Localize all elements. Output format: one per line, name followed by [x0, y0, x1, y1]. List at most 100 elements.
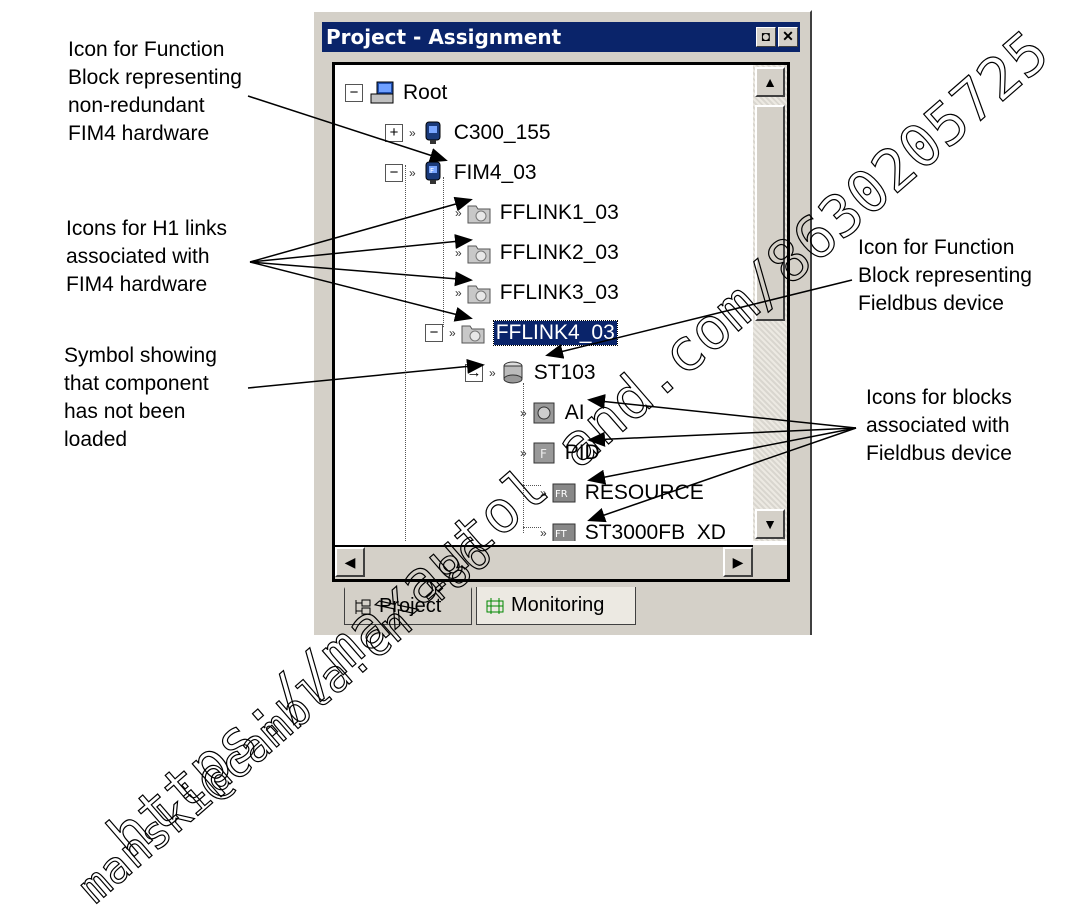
- fim4-hardware-icon: F: [425, 161, 441, 184]
- horizontal-scrollbar[interactable]: ◀ ▶: [335, 545, 753, 579]
- h1-link-icon: [467, 285, 491, 304]
- collapse-toggle[interactable]: −: [345, 84, 363, 102]
- close-button[interactable]: ✕: [778, 27, 798, 47]
- callout-h1-links: Icons for H1 links associated with FIM4 …: [66, 215, 227, 299]
- tree-connector: [523, 527, 541, 528]
- node-label: FFLINK1_03: [499, 201, 619, 224]
- node-label: Root: [403, 81, 448, 104]
- node-label: RESOURCE: [584, 481, 704, 504]
- tab-project[interactable]: Project: [344, 587, 472, 625]
- callout-line: Block representing: [858, 264, 1032, 287]
- chevron-down-icon: »: [455, 246, 462, 260]
- tree-node-resource[interactable]: » FR RESOURCE: [540, 477, 704, 509]
- tree-node-c300[interactable]: + » C300_155: [385, 117, 551, 149]
- callout-line: FIM4 hardware: [68, 122, 210, 145]
- callout-line: Fieldbus device: [866, 442, 1012, 465]
- chevron-down-icon: »: [409, 126, 416, 140]
- tab-label: Monitoring: [511, 594, 605, 616]
- callout-fim4-icon: Icon for Function Block representing non…: [68, 36, 242, 148]
- scroll-up-button[interactable]: ▲: [755, 67, 785, 97]
- callout-line: associated with: [66, 245, 210, 268]
- svg-text:F: F: [540, 447, 547, 461]
- scroll-down-button[interactable]: ▼: [755, 509, 785, 539]
- tree-node-st103[interactable]: → » ST103: [465, 357, 596, 389]
- collapse-toggle[interactable]: −: [385, 164, 403, 182]
- node-label-selected: FFLINK4_03: [492, 320, 618, 346]
- callout-line: that component: [64, 372, 209, 395]
- svg-text:FT: FT: [555, 529, 568, 540]
- chevron-down-icon: »: [455, 286, 462, 300]
- chevron-down-icon: »: [540, 526, 547, 540]
- tree-node-pid[interactable]: » F PID: [520, 437, 600, 469]
- tree-node-fflink2[interactable]: » FFLINK2_03: [455, 237, 619, 269]
- callout-not-loaded: Symbol showing that component has not be…: [64, 342, 217, 454]
- project-tree: − Root + » C300_155 − » F FIM4_03 » FFLI…: [332, 62, 790, 582]
- tree-node-fflink4[interactable]: − » FFLINK4_03: [425, 317, 618, 349]
- ai-block-icon: [533, 402, 555, 424]
- node-label: FFLINK3_03: [499, 281, 619, 304]
- callout-blocks-icons: Icons for blocks associated with Fieldbu…: [866, 384, 1012, 468]
- callout-line: Fieldbus device: [858, 292, 1004, 315]
- scroll-thumb[interactable]: [755, 105, 785, 321]
- project-tree-icon: [355, 599, 371, 614]
- scroll-left-button[interactable]: ◀: [335, 547, 365, 577]
- vertical-scrollbar[interactable]: ▲ ▼: [753, 65, 787, 541]
- callout-line: has not been: [64, 400, 186, 423]
- project-assignment-window: Project - Assignment ◘ ✕ − Root + » C300…: [312, 10, 812, 635]
- tab-label: Project: [379, 595, 442, 617]
- tree-node-ai[interactable]: » AI: [520, 397, 585, 429]
- node-label: ST3000FB_XD: [584, 521, 726, 541]
- node-label: AI: [564, 401, 585, 424]
- svg-text:F: F: [430, 167, 434, 175]
- tree-connector: [443, 177, 444, 327]
- tree-view: − Root + » C300_155 − » F FIM4_03 » FFLI…: [335, 65, 753, 541]
- node-label: FIM4_03: [453, 161, 537, 184]
- h1-link-icon: [461, 325, 485, 344]
- h1-link-icon: [467, 245, 491, 264]
- computer-icon: [370, 81, 394, 104]
- callout-line: Icon for Function: [858, 236, 1015, 259]
- collapse-toggle[interactable]: −: [425, 324, 443, 342]
- controller-icon: [425, 121, 441, 144]
- callout-line: loaded: [64, 428, 128, 451]
- tree-node-fflink1[interactable]: » FFLINK1_03: [455, 197, 619, 229]
- scroll-right-button[interactable]: ▶: [723, 547, 753, 577]
- node-label: ST103: [533, 361, 596, 384]
- node-label: FFLINK2_03: [499, 241, 619, 264]
- title-bar[interactable]: Project - Assignment ◘ ✕: [322, 22, 800, 52]
- chevron-down-icon: »: [449, 326, 456, 340]
- tree-node-root[interactable]: − Root: [345, 77, 447, 109]
- tree-node-fflink3[interactable]: » FFLINK3_03: [455, 277, 619, 309]
- pin-button[interactable]: ◘: [756, 27, 776, 47]
- expand-toggle[interactable]: +: [385, 124, 403, 142]
- pid-block-icon: F: [533, 442, 555, 464]
- chevron-down-icon: »: [455, 206, 462, 220]
- callout-fieldbus-icon: Icon for Function Block representing Fie…: [858, 234, 1032, 318]
- callout-line: FIM4 hardware: [66, 273, 208, 296]
- scroll-corner: [753, 545, 787, 579]
- chevron-down-icon: »: [540, 486, 547, 500]
- resource-block-icon: FR: [552, 483, 576, 503]
- tree-connector: [405, 165, 406, 541]
- svg-text:FR: FR: [555, 489, 568, 500]
- tab-monitoring[interactable]: Monitoring: [476, 587, 636, 625]
- node-label: PID: [564, 441, 600, 464]
- fieldbus-device-icon: [503, 361, 523, 384]
- transducer-block-icon: FT: [552, 523, 576, 541]
- node-label: C300_155: [453, 121, 551, 144]
- callout-line: non-redundant: [68, 94, 205, 117]
- callout-line: Symbol showing: [64, 344, 217, 367]
- chevron-down-icon: »: [520, 406, 527, 420]
- window-title: Project - Assignment: [326, 25, 562, 49]
- chevron-down-icon: »: [489, 366, 496, 380]
- tree-node-st3000[interactable]: » FT ST3000FB_XD: [540, 517, 726, 541]
- tree-connector: [523, 485, 541, 486]
- tree-node-fim4[interactable]: − » F FIM4_03: [385, 157, 537, 189]
- monitoring-icon: [486, 597, 504, 614]
- callout-line: associated with: [866, 414, 1010, 437]
- h1-link-icon: [467, 205, 491, 224]
- not-loaded-symbol[interactable]: →: [465, 364, 483, 382]
- chevron-down-icon: »: [409, 166, 416, 180]
- callout-line: Block representing: [68, 66, 242, 89]
- chevron-down-icon: »: [520, 446, 527, 460]
